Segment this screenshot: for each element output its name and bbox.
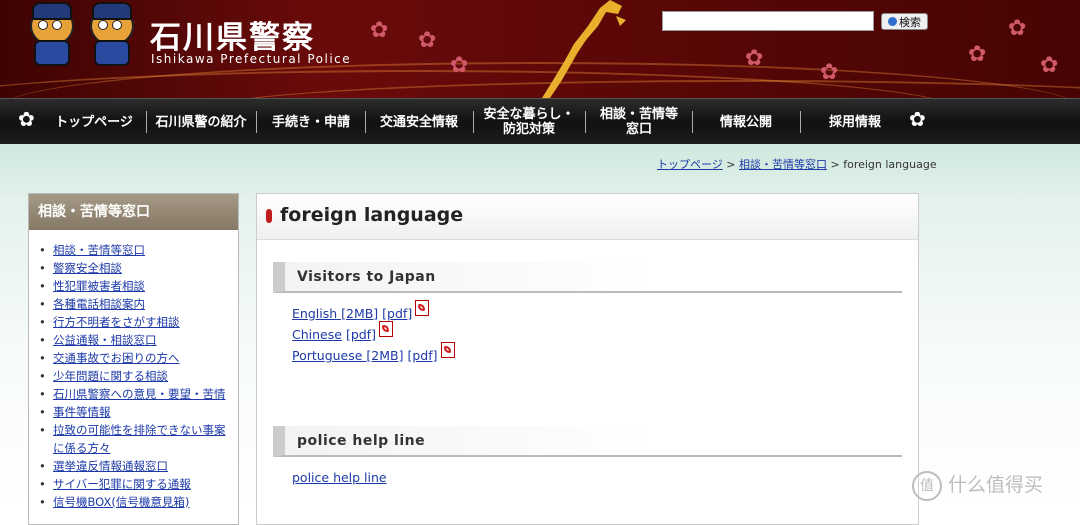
flower-icon: ✿	[18, 107, 35, 131]
list-item: 行方不明者をさがす相談	[39, 313, 238, 331]
mascot-image	[20, 2, 80, 66]
nav-item-recruitment[interactable]: 採用情報	[804, 99, 906, 145]
list-item: 交通事故でお困りの方へ	[39, 349, 238, 367]
portuguese-pdf-link[interactable]: [pdf]	[407, 348, 437, 363]
prefecture-map-image	[542, 0, 626, 98]
flower-icon: ✿	[820, 60, 839, 85]
nav-item-traffic-safety[interactable]: 交通安全情報	[369, 99, 469, 145]
list-item: 石川県警察への意見・要望・苦情	[39, 385, 238, 403]
nav-item-disclosure[interactable]: 情報公開	[696, 99, 796, 145]
watermark-logo-icon: 值	[912, 470, 942, 501]
section-heading-help-line: police help line	[273, 426, 902, 457]
search-button-label: 検索	[899, 16, 921, 29]
breadcrumb: トップページ > 相談・苦情等窓口 > foreign language	[657, 156, 937, 172]
sidebar-title: 相談・苦情等窓口	[29, 194, 238, 230]
content-panel: foreign language Visitors to Japan Engli…	[256, 193, 919, 525]
list-item: 警察安全相談	[39, 259, 238, 277]
page-title-bar: foreign language	[257, 194, 918, 240]
nav-item-consultation[interactable]: 相談・苦情等 窓口	[589, 99, 689, 145]
pdf-icon[interactable]	[378, 321, 393, 337]
breadcrumb-current: foreign language	[843, 158, 937, 171]
site-logo-title[interactable]: 石川県警察	[150, 12, 315, 57]
flower-icon: ✿	[418, 28, 437, 53]
sidebar-item-abduction[interactable]: 拉致の可能性を排除できない事案 に係る方々	[53, 423, 226, 455]
pdf-icon[interactable]	[415, 300, 430, 316]
list-item: 信号機BOX(信号機意見箱)	[39, 493, 238, 511]
search-button[interactable]: 検索	[881, 13, 928, 30]
nav-item-introduction[interactable]: 石川県警の紹介	[150, 99, 252, 145]
chinese-guide-link[interactable]: Chinese	[292, 327, 342, 342]
sidebar-item-signal-box[interactable]: 信号機BOX(信号機意見箱)	[53, 495, 189, 509]
sidebar-item-sex-crime-victims[interactable]: 性犯罪被害者相談	[53, 279, 145, 293]
flower-icon: ✿	[968, 42, 987, 67]
flower-icon: ✿	[450, 53, 469, 78]
sidebar-item-police-safety[interactable]: 警察安全相談	[53, 261, 122, 275]
sidebar: 相談・苦情等窓口 相談・苦情等窓口 警察安全相談 性犯罪被害者相談 各種電話相談…	[28, 193, 239, 525]
list-item: Portuguese [2MB] [pdf]	[292, 342, 455, 363]
list-item: 各種電話相談案内	[39, 295, 238, 313]
sidebar-item-missing-persons[interactable]: 行方不明者をさがす相談	[53, 315, 180, 329]
sidebar-item-cybercrime[interactable]: サイバー犯罪に関する通報	[53, 477, 191, 491]
list-item: 拉致の可能性を排除できない事案に係る方々	[39, 421, 238, 457]
watermark-text: 什么值得买	[948, 474, 1044, 496]
mascot-image	[80, 2, 140, 66]
title-marker-icon	[266, 209, 272, 223]
main-navigation: ✿ トップページ 石川県警の紹介 手続き・申請 交通安全情報 安全な暮らし・ 防犯…	[0, 98, 1080, 145]
page-title: foreign language	[280, 204, 464, 226]
breadcrumb-link-top[interactable]: トップページ	[657, 158, 723, 171]
list-item: 少年問題に関する相談	[39, 367, 238, 385]
chinese-pdf-link[interactable]: [pdf]	[346, 327, 376, 342]
flower-icon: ✿	[1008, 16, 1027, 41]
sidebar-list: 相談・苦情等窓口 警察安全相談 性犯罪被害者相談 各種電話相談案内 行方不明者を…	[29, 230, 238, 511]
flower-icon: ✿	[1040, 53, 1059, 78]
list-item: 性犯罪被害者相談	[39, 277, 238, 295]
site-header: ✿ ✿ ✿ ✿ ✿ ✿ ✿ ✿ 石川県警察 Ishikawa Prefectur…	[0, 0, 1080, 98]
sidebar-item-consultation-window[interactable]: 相談・苦情等窓口	[53, 243, 145, 257]
site-logo-subtitle: Ishikawa Prefectural Police	[151, 52, 352, 66]
list-item: 公益通報・相談窓口	[39, 331, 238, 349]
nav-item-crime-prevention[interactable]: 安全な暮らし・ 防犯対策	[477, 99, 581, 145]
sidebar-item-traffic-accident[interactable]: 交通事故でお困りの方へ	[53, 351, 180, 365]
sidebar-item-election[interactable]: 選挙違反情報通報窓口	[53, 459, 168, 473]
portuguese-guide-link[interactable]: Portuguese [2MB]	[292, 348, 404, 363]
list-item: サイバー犯罪に関する通報	[39, 475, 238, 493]
sidebar-item-juvenile[interactable]: 少年問題に関する相談	[53, 369, 168, 383]
flower-icon: ✿	[909, 107, 926, 131]
list-item: English [2MB] [pdf]	[292, 300, 430, 321]
english-pdf-link[interactable]: [pdf]	[382, 306, 412, 321]
flower-icon: ✿	[745, 46, 764, 71]
list-item: 事件等情報	[39, 403, 238, 421]
breadcrumb-separator: >	[726, 158, 736, 171]
breadcrumb-separator: >	[830, 158, 840, 171]
nav-item-top[interactable]: トップページ	[46, 99, 142, 145]
police-help-line-link[interactable]: police help line	[292, 470, 387, 485]
sidebar-item-whistleblowing[interactable]: 公益通報・相談窓口	[53, 333, 157, 347]
flower-icon: ✿	[370, 18, 389, 43]
pdf-icon[interactable]	[440, 342, 455, 358]
list-item: 相談・苦情等窓口	[39, 241, 238, 259]
section-heading-visitors: Visitors to Japan	[273, 262, 902, 293]
english-guide-link[interactable]: English [2MB]	[292, 306, 378, 321]
sidebar-item-phone-consultation[interactable]: 各種電話相談案内	[53, 297, 145, 311]
breadcrumb-link-consultation[interactable]: 相談・苦情等窓口	[739, 158, 827, 171]
nav-item-procedures[interactable]: 手続き・申請	[260, 99, 362, 145]
watermark: 值什么值得买	[912, 470, 1043, 501]
search-icon	[888, 17, 897, 26]
list-item: Chinese [pdf]	[292, 321, 393, 342]
sidebar-item-opinions[interactable]: 石川県警察への意見・要望・苦情	[53, 387, 226, 401]
search-input[interactable]	[662, 11, 874, 31]
list-item: 選挙違反情報通報窓口	[39, 457, 238, 475]
sidebar-item-incident-info[interactable]: 事件等情報	[53, 405, 111, 419]
list-item: police help line	[292, 470, 387, 485]
